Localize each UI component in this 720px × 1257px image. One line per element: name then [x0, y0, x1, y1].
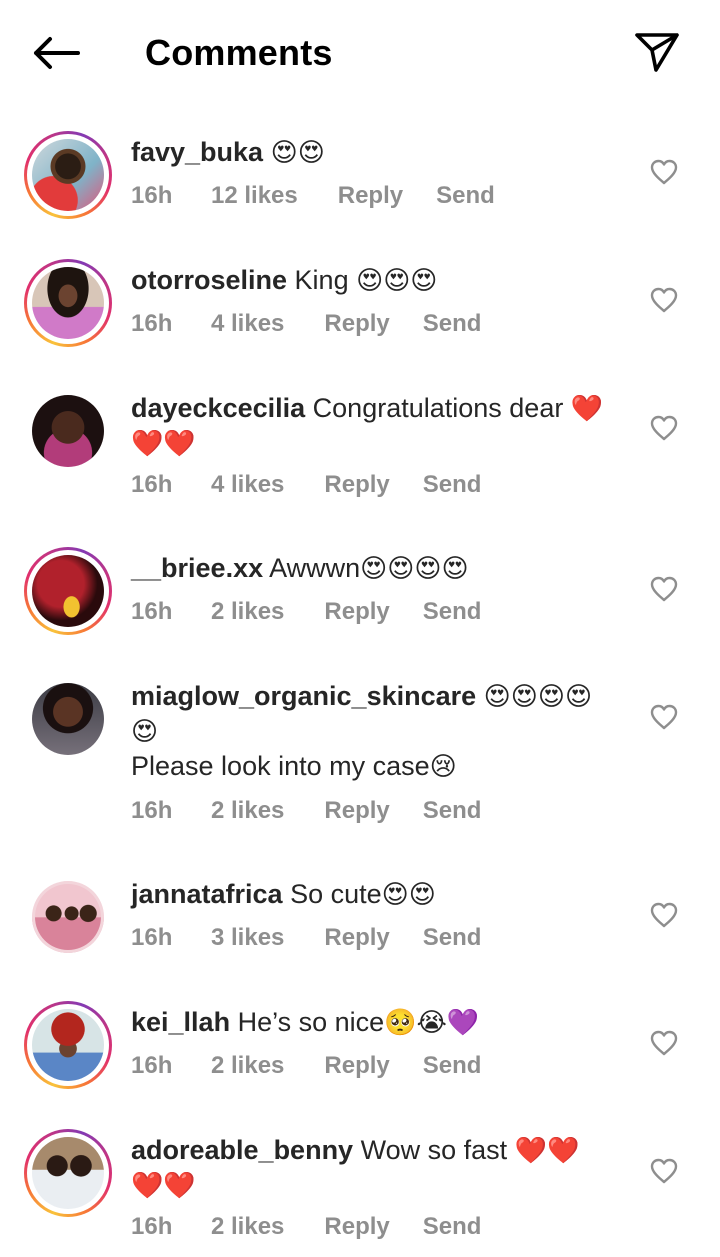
comment-emoji: 😍😍 [381, 880, 436, 910]
avatar[interactable] [24, 131, 112, 219]
comment-emoji-line2: 😢 [429, 752, 457, 782]
avatar[interactable] [24, 259, 112, 347]
comment-time: 16h [131, 1213, 173, 1240]
comment-meta: 16h 2 likes Reply Send [131, 796, 481, 826]
avatar[interactable] [24, 873, 112, 961]
comment-emoji: 😍😍 [270, 138, 325, 168]
comment-time: 16h [131, 598, 173, 625]
reply-button[interactable]: Reply [324, 597, 389, 627]
comment-time: 16h [131, 310, 173, 337]
comment-text: Congratulations dear [312, 393, 571, 423]
comment-time: 16h [131, 471, 173, 498]
reply-button[interactable]: Reply [338, 181, 403, 211]
heart-icon[interactable] [650, 415, 678, 441]
comment-emoji: 😍😍😍 [356, 266, 438, 296]
comment-username[interactable]: __briee.xx [131, 553, 263, 583]
likes-count[interactable]: 4 likes [211, 309, 284, 339]
share-button[interactable] [630, 28, 684, 76]
reply-button[interactable]: Reply [324, 1051, 389, 1081]
comment-text: So cute [290, 879, 382, 909]
heart-icon[interactable] [650, 159, 678, 185]
heart-icon[interactable] [650, 576, 678, 602]
reply-button[interactable]: Reply [324, 923, 389, 953]
avatar[interactable] [24, 675, 112, 763]
comment-meta: 16h 2 likes Reply Send [131, 1212, 481, 1242]
send-button[interactable]: Send [423, 470, 482, 500]
heart-icon[interactable] [650, 1158, 678, 1184]
likes-count[interactable]: 2 likes [211, 1212, 284, 1242]
reply-button[interactable]: Reply [324, 1212, 389, 1242]
comment-emoji: 😍😍😍😍 [360, 554, 469, 584]
comment-time: 16h [131, 182, 173, 209]
comment-time: 16h [131, 1052, 173, 1079]
likes-count[interactable]: 2 likes [211, 597, 284, 627]
comment-meta: 16h 4 likes Reply Send [131, 309, 481, 339]
back-button[interactable] [28, 30, 84, 76]
comment-username[interactable]: jannatafrica [131, 879, 283, 909]
comment-meta: 16h 2 likes Reply Send [131, 1051, 481, 1081]
avatar[interactable] [24, 387, 112, 475]
comment-time: 16h [131, 924, 173, 951]
comment-text: Wow so fast [360, 1135, 515, 1165]
comment-text-line2: Please look into my case [131, 751, 430, 781]
comment-username[interactable]: otorroseline [131, 265, 287, 295]
likes-count[interactable]: 12 likes [211, 181, 298, 211]
comment-username[interactable]: miaglow_organic_skincare [131, 681, 476, 711]
comment-username[interactable]: favy_buka [131, 137, 263, 167]
comment-meta: 16h 4 likes Reply Send [131, 470, 481, 500]
comment-text: King [294, 265, 357, 295]
likes-count[interactable]: 3 likes [211, 923, 284, 953]
send-button[interactable]: Send [423, 597, 482, 627]
reply-button[interactable]: Reply [324, 309, 389, 339]
reply-button[interactable]: Reply [324, 470, 389, 500]
comment-meta: 16h 3 likes Reply Send [131, 923, 481, 953]
comment-text: Awwwn [269, 553, 361, 583]
header-bar: Comments [0, 0, 720, 104]
comment-username[interactable]: adoreable_benny [131, 1135, 353, 1165]
reply-button[interactable]: Reply [324, 796, 389, 826]
likes-count[interactable]: 2 likes [211, 1051, 284, 1081]
send-button[interactable]: Send [423, 1051, 482, 1081]
comment-username[interactable]: dayeckcecilia [131, 393, 305, 423]
send-button[interactable]: Send [436, 181, 495, 211]
likes-count[interactable]: 4 likes [211, 470, 284, 500]
send-button[interactable]: Send [423, 923, 482, 953]
comment-text: He’s so nice [237, 1007, 385, 1037]
heart-icon[interactable] [650, 902, 678, 928]
send-button[interactable]: Send [423, 1212, 482, 1242]
page-title: Comments [145, 32, 333, 73]
heart-icon[interactable] [650, 704, 678, 730]
send-button[interactable]: Send [423, 309, 482, 339]
comment-meta: 16h 12 likes Reply Send [131, 181, 495, 211]
comment-emoji: 🥺😭💜 [384, 1008, 480, 1038]
avatar[interactable] [24, 1001, 112, 1089]
comment-username[interactable]: kei_llah [131, 1007, 230, 1037]
comment-meta: 16h 2 likes Reply Send [131, 597, 481, 627]
heart-icon[interactable] [650, 1030, 678, 1056]
arrow-left-icon [34, 37, 80, 69]
paper-plane-icon [635, 33, 679, 72]
avatar[interactable] [24, 547, 112, 635]
likes-count[interactable]: 2 likes [211, 796, 284, 826]
heart-icon[interactable] [650, 287, 678, 313]
send-button[interactable]: Send [423, 796, 482, 826]
avatar[interactable] [24, 1129, 112, 1217]
comment-time: 16h [131, 797, 173, 824]
